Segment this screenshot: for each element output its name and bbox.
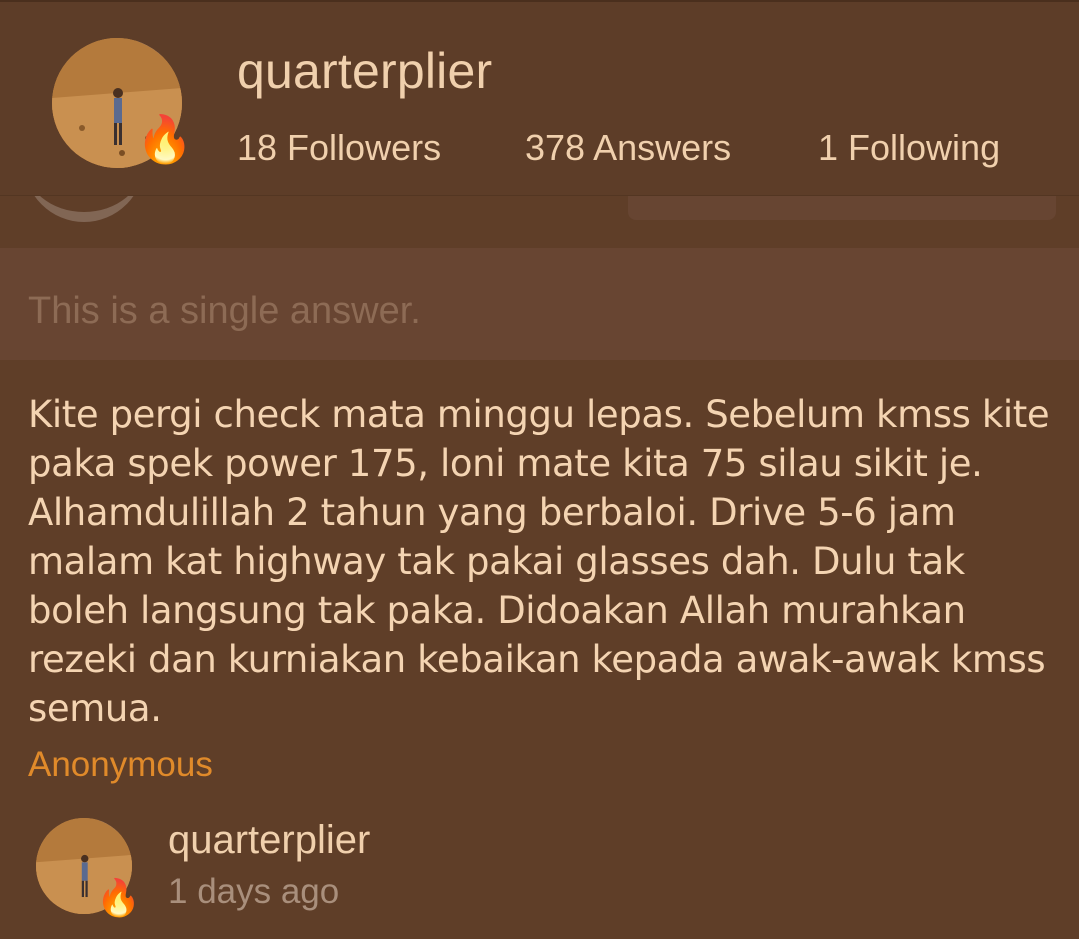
fire-icon: 🔥	[136, 113, 194, 165]
following-count[interactable]: 1 Following	[818, 127, 1000, 169]
answers-count[interactable]: 378 Answers	[525, 127, 731, 169]
fire-icon: 🔥	[96, 877, 141, 918]
followers-count[interactable]: 18 Followers	[237, 127, 441, 169]
asker-name: Anonymous	[28, 745, 213, 784]
answer-timestamp: 1 days ago	[168, 872, 340, 911]
single-answer-notice: This is a single answer.	[28, 290, 421, 332]
responder-username[interactable]: quarterplier	[168, 818, 370, 863]
profile-username[interactable]: quarterplier	[237, 42, 492, 100]
profile-header: 🔥 quarterplier 18 Followers 378 Answers …	[0, 0, 1079, 196]
answer-text: Kite pergi check mata minggu lepas. Sebe…	[28, 393, 1050, 730]
